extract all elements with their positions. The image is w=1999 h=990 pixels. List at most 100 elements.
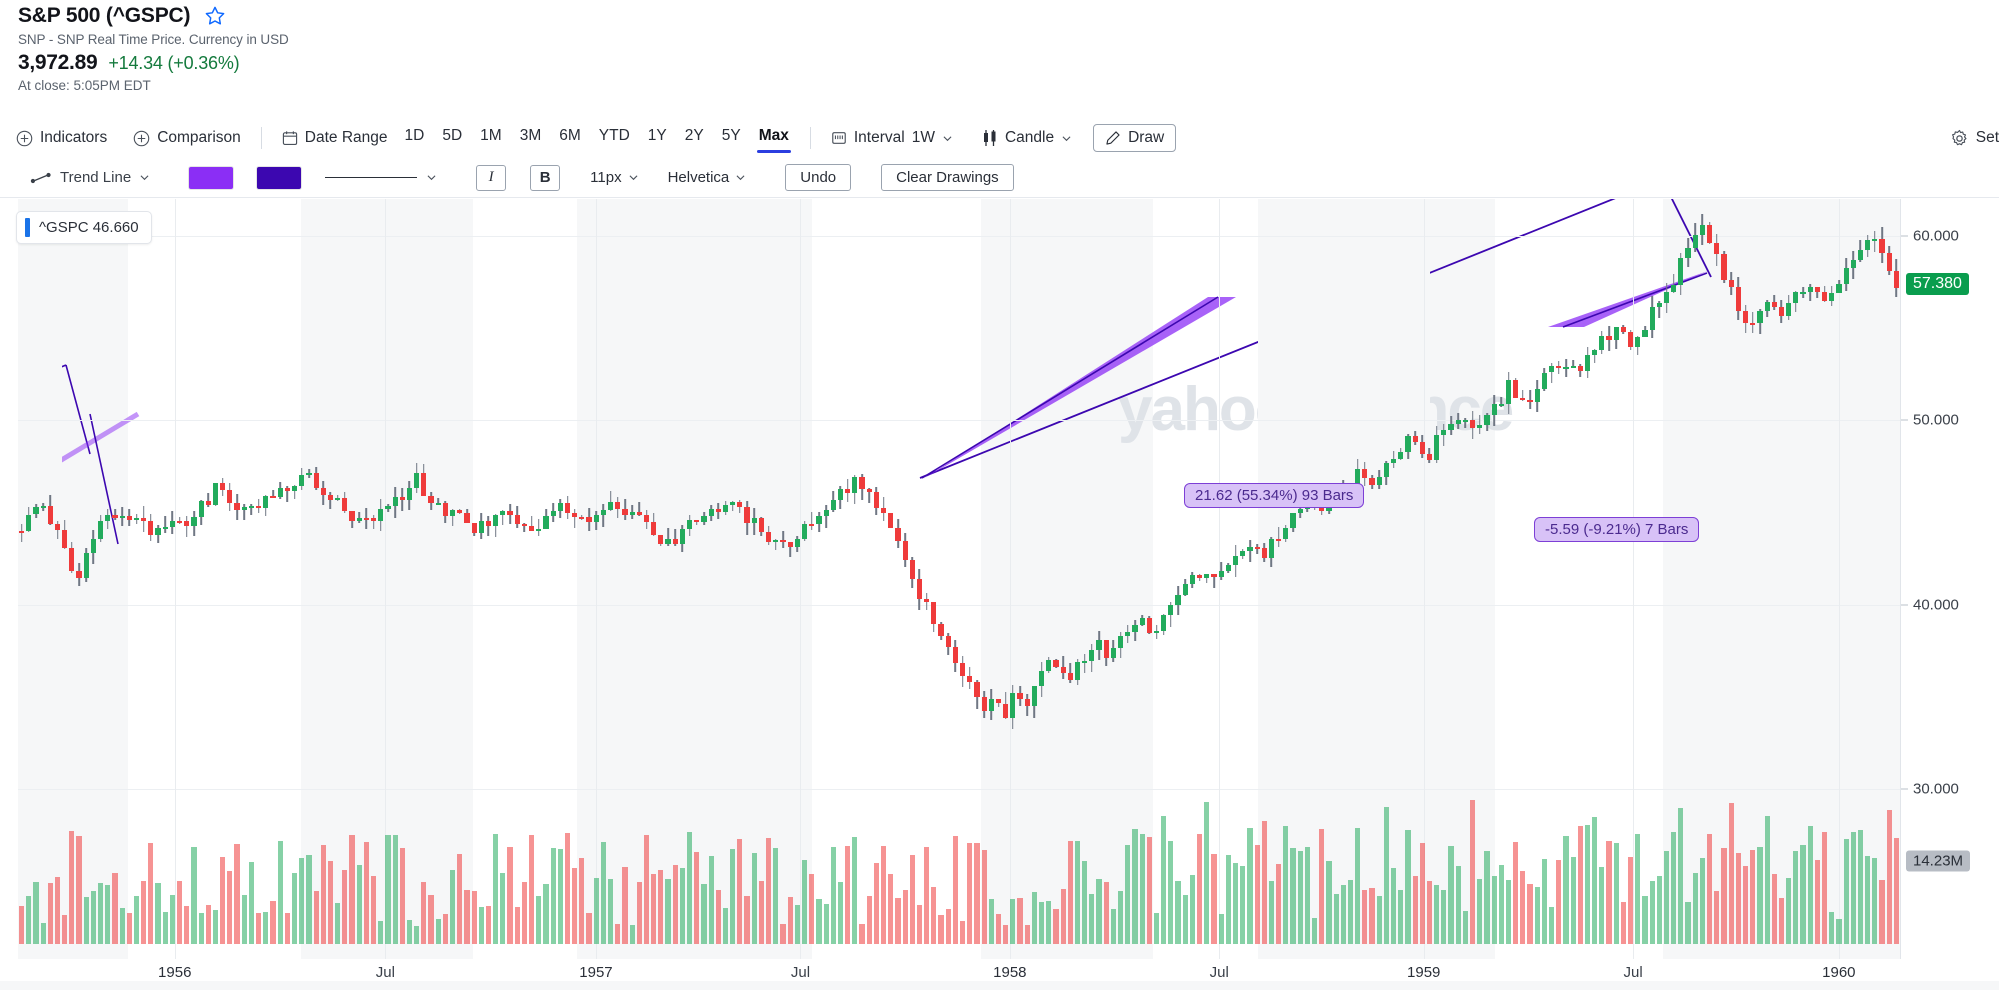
candlestick xyxy=(1304,199,1310,959)
range-2y[interactable]: 2Y xyxy=(676,123,713,153)
candle-body xyxy=(33,506,39,515)
candlestick xyxy=(1549,199,1555,959)
candlestick xyxy=(248,199,255,959)
volume-bar xyxy=(478,907,484,944)
candlestick xyxy=(1333,199,1339,959)
interval-selector[interactable]: Interval 1W xyxy=(823,125,960,151)
clear-drawings-button[interactable]: Clear Drawings xyxy=(881,164,1014,191)
volume-bar xyxy=(464,889,470,944)
candlestick xyxy=(751,199,757,959)
candle-body xyxy=(1003,703,1009,719)
volume-bar xyxy=(1189,875,1196,944)
range-5d[interactable]: 5D xyxy=(433,123,471,153)
candle-body xyxy=(579,516,585,519)
font-size-value: 11px xyxy=(590,169,622,186)
fill-color-swatch[interactable] xyxy=(189,166,234,189)
candle-body xyxy=(1886,252,1892,271)
candlestick xyxy=(54,199,61,959)
plus-circle-icon xyxy=(16,130,33,146)
candle-body xyxy=(105,515,111,521)
range-6m[interactable]: 6M xyxy=(550,123,590,153)
candle-body xyxy=(1707,225,1713,243)
undo-button[interactable]: Undo xyxy=(785,164,852,191)
trend-line-tool[interactable]: Trend Line xyxy=(30,169,149,186)
candle-body xyxy=(593,515,599,522)
volume-badge: 14.23M xyxy=(1906,850,1971,872)
candlestick xyxy=(1426,199,1433,959)
volume-bar xyxy=(1505,879,1512,944)
line-style-selector[interactable] xyxy=(325,173,436,182)
candle-body xyxy=(780,540,786,543)
range-ytd[interactable]: YTD xyxy=(590,123,639,153)
chart-plot-area[interactable]: yahoo!finance xyxy=(18,199,1900,959)
candle-body xyxy=(1103,640,1109,658)
date-range-button[interactable]: Date Range xyxy=(274,125,396,151)
draw-label: Draw xyxy=(1128,129,1165,146)
volume-bar xyxy=(1735,853,1741,944)
line-color-swatch[interactable] xyxy=(257,166,302,189)
chart-container[interactable]: yahoo!finance ^GSPC 46.660 21.62 (55.34%… xyxy=(0,199,1999,990)
range-1y[interactable]: 1Y xyxy=(639,123,676,153)
indicators-button[interactable]: Indicators xyxy=(16,125,115,151)
candlestick xyxy=(722,199,729,959)
candle-body xyxy=(1290,513,1296,529)
trend-annotation-1[interactable]: 21.62 (55.34%) 93 Bars xyxy=(1184,483,1365,508)
chart-type-selector[interactable]: Candle xyxy=(974,124,1079,152)
volume-bar xyxy=(1311,917,1318,944)
volume-bar xyxy=(1218,913,1224,944)
italic-button[interactable]: I xyxy=(476,164,507,191)
candlestick xyxy=(399,199,405,959)
comparison-button[interactable]: Comparison xyxy=(125,125,249,151)
volume-bar xyxy=(342,869,348,944)
candle-body xyxy=(981,697,987,711)
range-1m[interactable]: 1M xyxy=(471,123,511,153)
volume-bar xyxy=(895,897,901,944)
range-3m[interactable]: 3M xyxy=(511,123,551,153)
date-range-label: Date Range xyxy=(304,129,388,146)
candle-body xyxy=(823,509,829,516)
volume-bar xyxy=(69,831,75,944)
candle-body xyxy=(1491,403,1497,415)
bold-button[interactable]: B xyxy=(530,164,561,191)
volume-bar xyxy=(1211,854,1217,944)
date-axis[interactable]: 1956 Jul 1957 Jul 1958 Jul 1959 Jul 1960 xyxy=(0,959,1999,990)
volume-bar xyxy=(234,843,240,944)
candlestick xyxy=(1484,199,1490,959)
candlestick xyxy=(40,199,46,959)
range-1d[interactable]: 1D xyxy=(396,123,434,153)
trend-annotation-2[interactable]: -5.59 (-9.21%) 7 Bars xyxy=(1534,517,1700,542)
range-max[interactable]: Max xyxy=(750,123,798,153)
volume-bar xyxy=(306,854,312,944)
watchlist-star-icon[interactable] xyxy=(204,5,226,27)
candle-wick xyxy=(207,493,210,507)
candlestick xyxy=(1082,199,1088,959)
font-size-selector[interactable]: 11px xyxy=(590,169,638,186)
candle-body xyxy=(1570,366,1576,369)
font-family-selector[interactable]: Helvetica xyxy=(668,169,746,186)
volume-bar xyxy=(579,857,585,944)
volume-bar xyxy=(1534,887,1540,944)
candlestick xyxy=(521,199,527,959)
candlestick xyxy=(1793,199,1799,959)
range-5y[interactable]: 5Y xyxy=(713,123,750,153)
price-axis[interactable]: 60.000 50.000 40.000 30.000 57.380 14.23M xyxy=(1900,199,1999,959)
candlestick xyxy=(90,199,96,959)
volume-bar xyxy=(1491,875,1497,944)
candlestick xyxy=(205,199,211,959)
candle-body xyxy=(177,521,183,524)
quote-subtitle: SNP - SNP Real Time Price. Currency in U… xyxy=(18,32,289,47)
volume-bar xyxy=(1556,859,1562,944)
draw-button[interactable]: Draw xyxy=(1093,124,1177,152)
candle-body xyxy=(615,501,621,510)
candlestick xyxy=(1879,199,1885,959)
legend-color-bar xyxy=(25,218,30,237)
candlestick xyxy=(1455,199,1461,959)
volume-bar xyxy=(636,881,642,944)
volume-bar xyxy=(1649,881,1655,944)
volume-bar xyxy=(1678,807,1684,944)
settings-button[interactable]: Set xyxy=(1950,118,1999,158)
candlestick xyxy=(1017,199,1023,959)
candlestick xyxy=(830,199,836,959)
candlestick xyxy=(708,199,714,959)
volume-bar xyxy=(694,851,700,944)
